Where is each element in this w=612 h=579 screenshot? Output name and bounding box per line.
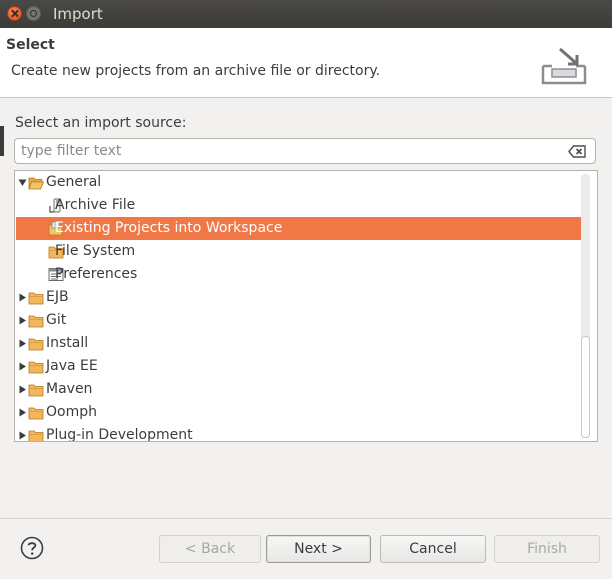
window-menu-button[interactable] bbox=[26, 6, 41, 21]
tree-item-label: Preferences bbox=[55, 266, 138, 282]
tree-item-label: General bbox=[46, 174, 102, 190]
tree-item-label: Maven bbox=[46, 381, 93, 397]
collapsed-arrow-icon[interactable] bbox=[18, 316, 27, 325]
folder-icon bbox=[28, 292, 44, 305]
cancel-button[interactable]: Cancel bbox=[380, 535, 486, 563]
tree-item[interactable]: Preferences bbox=[16, 263, 583, 286]
folder-icon bbox=[28, 384, 44, 397]
back-button[interactable]: < Back bbox=[159, 535, 261, 563]
filter-field[interactable] bbox=[14, 138, 596, 164]
page-title: Select bbox=[6, 37, 55, 53]
import-wizard-icon bbox=[541, 47, 587, 85]
window-title: Import bbox=[53, 5, 103, 23]
side-tab-marker bbox=[0, 126, 4, 156]
wizard-banner: Select Create new projects from an archi… bbox=[0, 28, 612, 98]
close-window-button[interactable] bbox=[7, 6, 22, 21]
tree-item-label: Git bbox=[46, 312, 67, 328]
collapsed-arrow-icon[interactable] bbox=[18, 408, 27, 417]
tree-item[interactable]: Maven bbox=[16, 378, 583, 401]
tree-item[interactable]: Archive File bbox=[16, 194, 583, 217]
tree-item-label: Install bbox=[46, 335, 89, 351]
tree-item-label: Archive File bbox=[55, 197, 136, 213]
tree-item[interactable]: EJB bbox=[16, 286, 583, 309]
page-description: Create new projects from an archive file… bbox=[11, 63, 381, 79]
import-source-label: Select an import source: bbox=[15, 115, 187, 131]
folder-icon bbox=[28, 338, 44, 351]
folder-icon bbox=[28, 315, 44, 328]
tree-item[interactable]: Git bbox=[16, 309, 583, 332]
tree-item[interactable]: General bbox=[16, 171, 583, 194]
folder-icon bbox=[28, 407, 44, 420]
next-button[interactable]: Next > bbox=[266, 535, 371, 563]
tree-item[interactable]: Oomph bbox=[16, 401, 583, 424]
button-bar-separator bbox=[0, 518, 612, 519]
tree-item[interactable]: Java EE bbox=[16, 355, 583, 378]
filter-input[interactable] bbox=[21, 140, 561, 162]
folder-open-icon bbox=[28, 177, 44, 190]
tree-item[interactable]: Install bbox=[16, 332, 583, 355]
tree-item-label: File System bbox=[55, 243, 136, 259]
tree-scrollbar-thumb[interactable] bbox=[581, 336, 590, 438]
collapsed-arrow-icon[interactable] bbox=[18, 431, 27, 440]
folder-icon bbox=[28, 361, 44, 374]
import-source-tree[interactable]: General Archive File Existing Projects int… bbox=[14, 170, 598, 442]
collapsed-arrow-icon[interactable] bbox=[18, 339, 27, 348]
collapsed-arrow-icon[interactable] bbox=[18, 362, 27, 371]
title-bar: Import bbox=[0, 0, 612, 28]
tree-item-label: Existing Projects into Workspace bbox=[55, 220, 283, 236]
tree-item-label: EJB bbox=[46, 289, 69, 305]
tree-item[interactable]: Existing Projects into Workspace bbox=[16, 217, 583, 240]
collapsed-arrow-icon[interactable] bbox=[18, 293, 27, 302]
tree-item[interactable]: File System bbox=[16, 240, 583, 263]
help-icon[interactable] bbox=[20, 536, 44, 560]
tree-item-label: Oomph bbox=[46, 404, 97, 420]
clear-filter-icon[interactable] bbox=[568, 145, 586, 158]
folder-icon bbox=[28, 430, 44, 441]
finish-button[interactable]: Finish bbox=[494, 535, 600, 563]
expanded-arrow-icon[interactable] bbox=[18, 178, 27, 187]
tree-item-label: Plug-in Development bbox=[46, 427, 193, 442]
tree-item-label: Java EE bbox=[46, 358, 98, 374]
tree-item[interactable]: Plug-in Development bbox=[16, 424, 583, 442]
collapsed-arrow-icon[interactable] bbox=[18, 385, 27, 394]
